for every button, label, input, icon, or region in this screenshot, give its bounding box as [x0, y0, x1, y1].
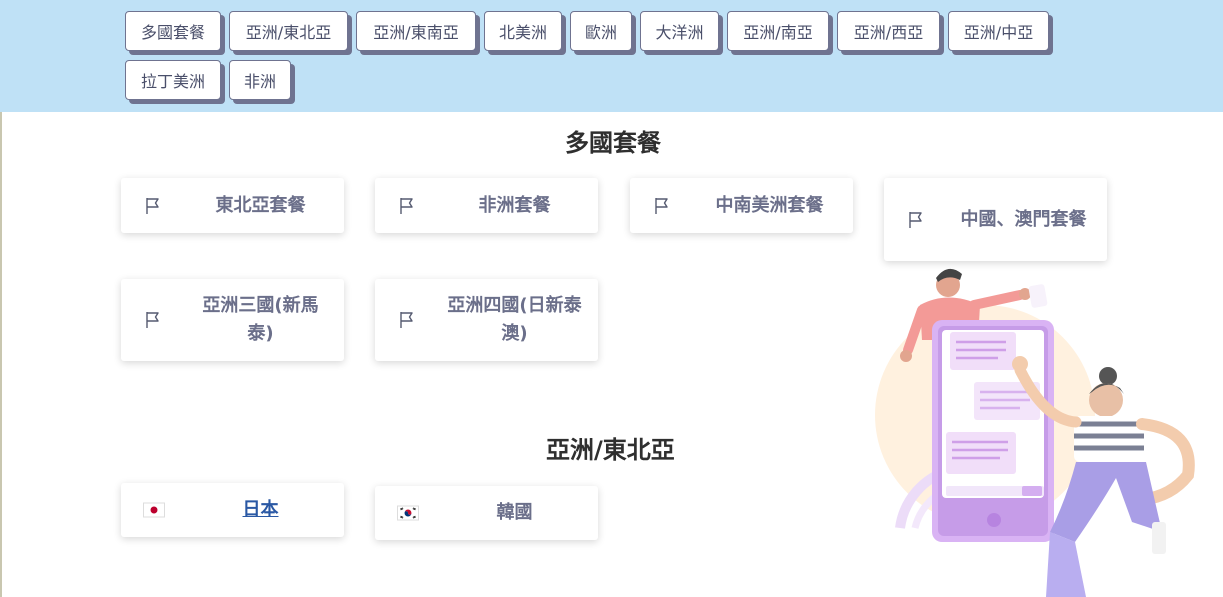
people-with-phone-illustration	[875, 268, 1195, 597]
plan-card-label: 中國、澳門套餐	[960, 208, 1087, 230]
plan-card-label: 東北亞套餐	[215, 194, 306, 216]
plan-card-label: 亞洲三國(新馬泰)	[202, 295, 319, 344]
region-button-central-asia[interactable]: 亞洲/中亞	[948, 11, 1049, 51]
plan-card-latin-america[interactable]: 中南美洲套餐	[630, 178, 853, 233]
region-button-southeast-asia[interactable]: 亞洲/東南亞	[356, 11, 476, 51]
flag-outline-icon	[655, 197, 668, 214]
japan-flag-icon	[143, 502, 165, 518]
korea-flag-icon	[397, 505, 419, 521]
region-nav-bar: 多國套餐 亞洲/東北亞 亞洲/東南亞 北美洲 歐洲 大洋洲 亞洲/南亞 亞洲/西…	[0, 0, 1223, 112]
flag-outline-icon	[909, 211, 922, 228]
section-title-multi-country: 多國套餐	[565, 129, 661, 157]
flag-outline-icon	[400, 197, 413, 214]
plan-card-label: 亞洲四國(日新泰澳)	[447, 295, 582, 344]
region-button-south-asia[interactable]: 亞洲/南亞	[727, 11, 829, 51]
region-button-europe[interactable]: 歐洲	[570, 11, 632, 51]
country-card-korea[interactable]: 韓國	[375, 486, 598, 540]
region-button-oceania[interactable]: 大洋洲	[640, 11, 719, 51]
country-card-japan[interactable]: 日本	[121, 483, 344, 537]
plan-card-label: 中南美洲套餐	[715, 194, 824, 216]
plan-card-label: 非洲套餐	[478, 194, 551, 216]
region-button-multi-country[interactable]: 多國套餐	[125, 11, 221, 51]
region-button-north-america[interactable]: 北美洲	[484, 11, 562, 51]
country-card-label: 韓國	[496, 502, 533, 523]
flag-outline-icon	[146, 197, 159, 214]
region-button-latin-america[interactable]: 拉丁美洲	[125, 60, 221, 100]
plan-card-asia-four[interactable]: 亞洲四國(日新泰澳)	[375, 279, 598, 361]
country-card-label[interactable]: 日本	[191, 483, 330, 537]
region-button-west-asia[interactable]: 亞洲/西亞	[837, 11, 940, 51]
flag-outline-icon	[400, 312, 413, 328]
plan-card-asia-three[interactable]: 亞洲三國(新馬泰)	[121, 279, 344, 361]
region-button-africa[interactable]: 非洲	[229, 60, 291, 100]
plan-card-northeast-asia[interactable]: 東北亞套餐	[121, 178, 344, 233]
region-button-northeast-asia[interactable]: 亞洲/東北亞	[229, 11, 348, 51]
section-title-northeast-asia: 亞洲/東北亞	[546, 436, 675, 464]
plan-card-africa[interactable]: 非洲套餐	[375, 178, 598, 233]
plan-card-china-macau[interactable]: 中國、澳門套餐	[884, 178, 1107, 261]
flag-outline-icon	[146, 312, 159, 328]
